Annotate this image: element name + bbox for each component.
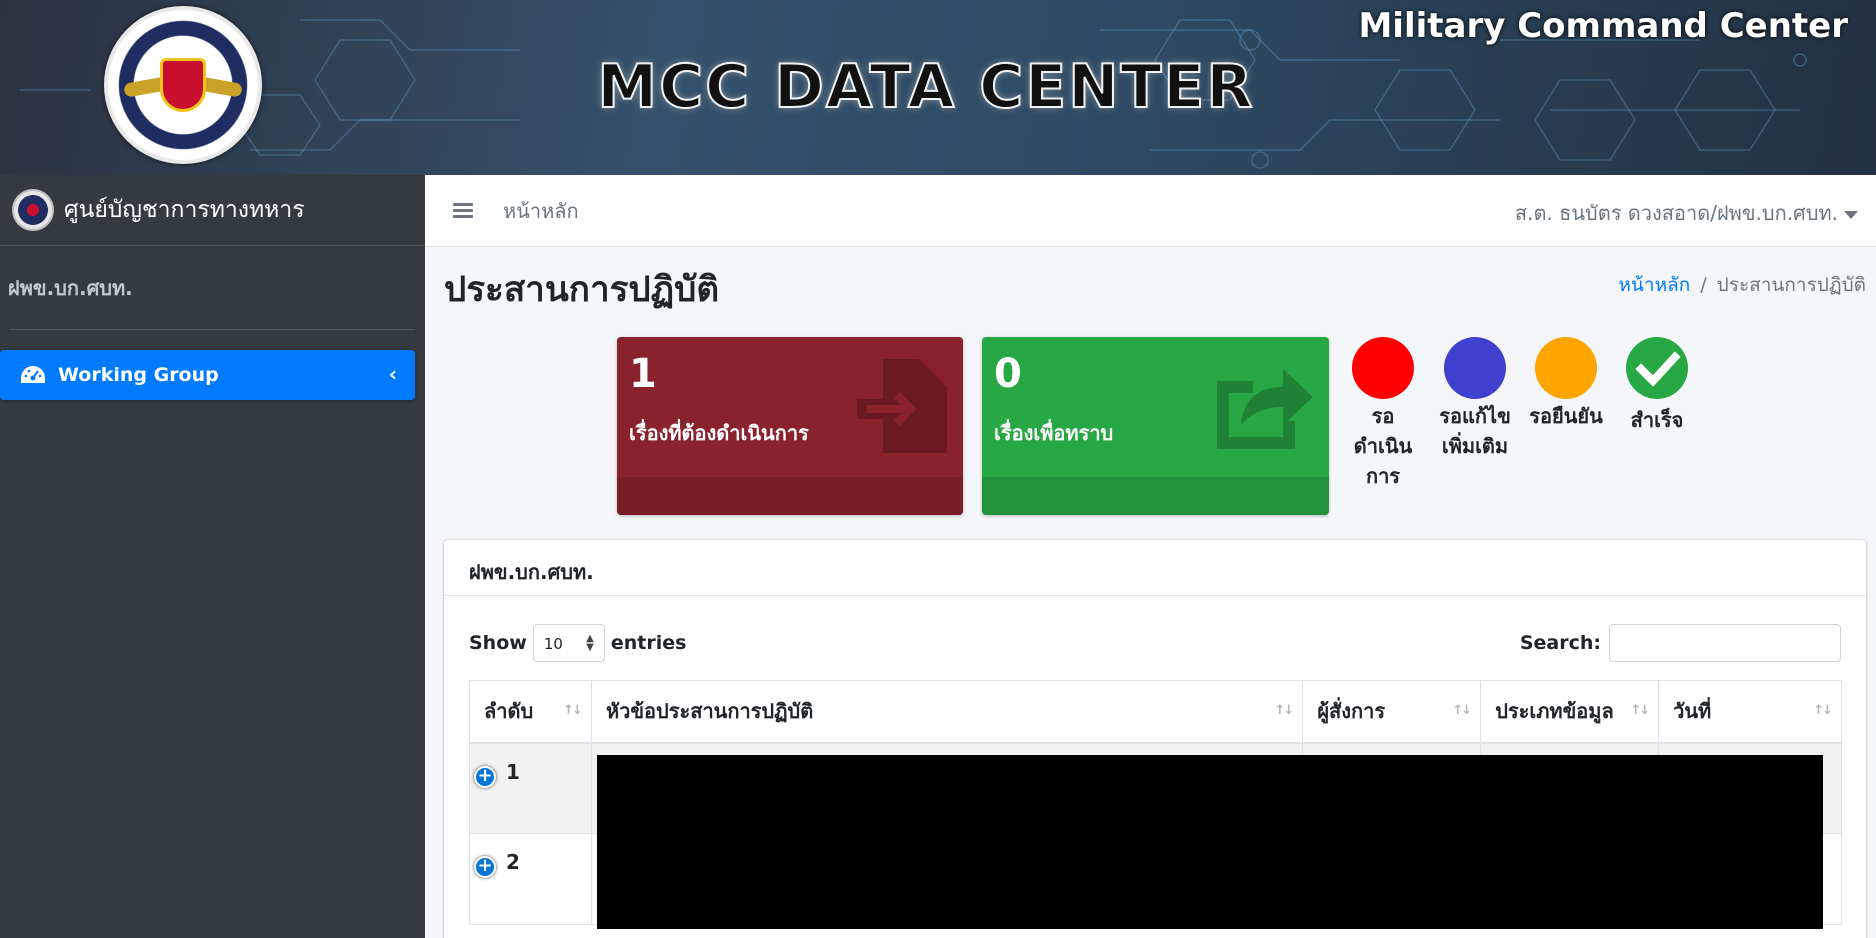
breadcrumb-current: ประสานการปฏิบัติ [1716,274,1866,296]
search-label: Search: [1519,632,1601,654]
header-label: ผู้สั่งการ [1317,699,1386,724]
row-number-cell: +1 [469,742,592,834]
legend-success: สำเร็จ [1614,337,1700,435]
stat-box-info[interactable]: 0 เรื่องเพื่อทราบ [982,337,1329,515]
column-header[interactable]: หัวข้อประสานการปฏิบัติ ↑↓ [590,680,1304,744]
entries-length: Show 10 ▲ ▼ entries [469,624,686,662]
stat-label: เรื่องที่ต้องดำเนินการ [629,421,809,445]
sort-icon: ↑↓ [1630,703,1650,718]
sort-icon: ↑↓ [563,703,583,718]
legend-text: รอ [1371,404,1395,428]
legend-text: การ [1365,464,1401,488]
breadcrumb-home[interactable]: หน้าหลัก [1618,274,1690,296]
chevron-left-icon: ‹ [388,362,397,386]
header-label: หัวข้อประสานการปฏิบัติ [605,699,814,724]
entries-value: 10 [543,635,563,653]
search-input[interactable] [1609,624,1841,662]
breadcrumb: หน้าหลัก / ประสานการปฏิบัติ [1618,270,1866,300]
legend-text: รอแก้ไข [1439,404,1511,428]
legend-waiting: รอดำเนินการ [1340,337,1426,491]
header-label: ประเภทข้อมูล [1495,699,1614,724]
sidebar-item-label: Working Group [58,364,219,386]
stat-footer[interactable] [982,477,1329,515]
expand-row-icon[interactable]: + [474,765,496,788]
banner-title: MCC DATA CENTER [596,51,1255,123]
column-header[interactable]: ประเภทข้อมูล ↑↓ [1480,680,1660,744]
nav-home-link[interactable]: หน้าหลัก [503,195,579,227]
caret-down-icon [1844,210,1858,219]
check-icon [1626,337,1688,399]
legend-revise: รอแก้ไขเพิ่มเติม [1432,337,1518,461]
user-menu[interactable]: ส.ต. ธนบัตร ดวงสอาด/ฝพข.บก.ศบท. [1515,197,1858,229]
select-arrows-icon: ▲ ▼ [586,633,594,653]
redacted-block [597,755,1823,929]
sidebar: ศูนย์บัญชาการทางทหาร ฝพข.บก.ศบท. Working… [0,175,425,938]
file-import-icon [857,359,947,453]
legend-text: สำเร็จ [1630,408,1684,432]
status-dot-red [1352,337,1414,399]
column-header[interactable]: วันที่ ↑↓ [1658,680,1842,744]
tachometer-icon [21,366,45,383]
brand-text: ศูนย์บัญชาการทางทหาร [64,197,305,223]
row-number-cell: +2 [469,833,592,925]
stat-label: เรื่องเพื่อทราบ [994,421,1114,445]
stat-box-pending[interactable]: 1 เรื่องที่ต้องดำเนินการ [617,337,963,515]
banner-subtitle: Military Command Center [1358,6,1848,46]
mcc-logo [104,6,262,164]
breadcrumb-separator: / [1700,274,1707,296]
stat-footer[interactable] [617,477,963,515]
show-label: Show [469,632,527,654]
status-dot-blue [1444,337,1506,399]
sort-icon: ↑↓ [1452,703,1472,718]
sort-icon: ↑↓ [1813,703,1833,718]
card-title: ฝพข.บก.ศบท. [444,540,1866,596]
header-label: วันที่ [1673,699,1712,724]
stat-count: 0 [994,351,1022,397]
page-title: ประสานการปฏิบัติ [444,270,720,310]
expand-row-icon[interactable]: + [474,856,496,878]
search-box: Search: [1520,624,1841,662]
legend-confirm: รอยืนยัน [1523,337,1609,431]
stat-count: 1 [629,351,657,397]
header-banner: MCC DATA CENTER Military Command Center [0,0,1876,175]
legend-text: รอยืนยัน [1529,404,1603,428]
legend-text: เพิ่มเติม [1441,434,1509,458]
header-label: ลำดับ [484,699,534,724]
column-header[interactable]: ลำดับ ↑↓ [469,680,592,744]
user-panel[interactable]: ฝพข.บก.ศบท. [8,246,415,330]
menu-toggle-icon[interactable] [453,200,473,221]
sort-icon: ↑↓ [1274,703,1295,718]
sidebar-brand[interactable]: ศูนย์บัญชาการทางทหาร [0,175,425,246]
share-icon [1217,369,1313,449]
row-number: 2 [506,850,520,874]
user-name: ส.ต. ธนบัตร ดวงสอาด/ฝพข.บก.ศบท. [1514,201,1838,225]
legend-text: ดำเนิน [1353,434,1413,458]
row-number: 1 [506,759,520,784]
brand-logo [12,189,54,231]
sidebar-item-working-group[interactable]: Working Group ‹ [0,350,415,400]
column-header[interactable]: ผู้สั่งการ ↑↓ [1302,680,1482,744]
user-unit: ฝพข.บก.ศบท. [8,275,133,300]
top-navbar: หน้าหลัก ส.ต. ธนบัตร ดวงสอาด/ฝพข.บก.ศบท. [425,175,1876,247]
status-dot-orange [1535,337,1597,399]
entries-select[interactable]: 10 ▲ ▼ [532,624,605,662]
entries-label: entries [610,632,687,654]
